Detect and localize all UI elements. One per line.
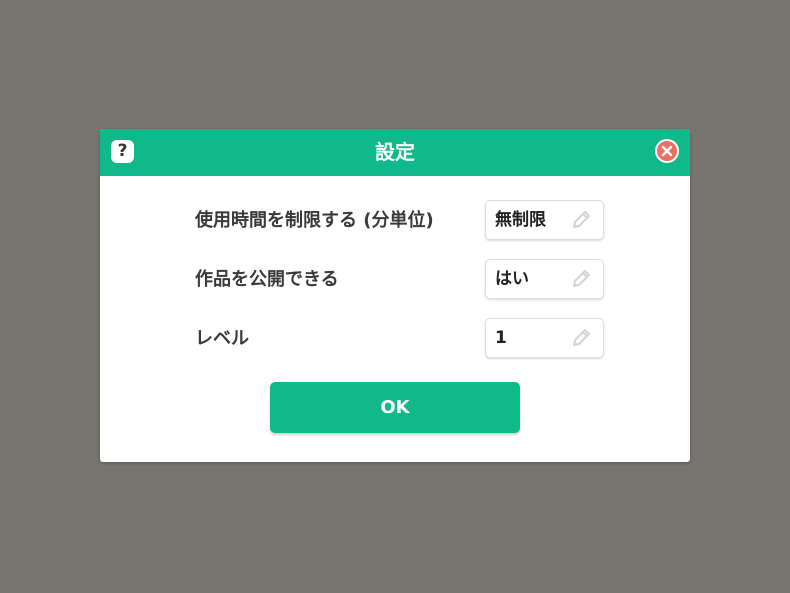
pencil-icon: [573, 211, 590, 228]
pencil-icon: [573, 270, 590, 287]
time-limit-field[interactable]: 無制限: [485, 200, 604, 240]
publish-works-label: 作品を公開できる: [195, 269, 339, 290]
close-icon: [661, 145, 673, 157]
level-value: 1: [495, 328, 507, 348]
ok-button[interactable]: OK: [270, 382, 520, 433]
level-field[interactable]: 1: [485, 318, 604, 358]
publish-works-field[interactable]: はい: [485, 259, 604, 299]
level-label: レベル: [195, 328, 249, 349]
time-limit-value: 無制限: [495, 210, 546, 230]
dialog-title: 設定: [375, 140, 415, 164]
publish-works-value: はい: [495, 269, 529, 289]
time-limit-label: 使用時間を制限する (分単位): [195, 210, 434, 231]
pencil-icon: [573, 329, 590, 346]
dialog-title-bar: ? 設定: [100, 129, 690, 176]
settings-dialog: ? 設定 使用時間を制限する (分単位) 無制限 作品を公開できる はい レベル…: [100, 129, 690, 462]
close-button[interactable]: [655, 139, 679, 163]
